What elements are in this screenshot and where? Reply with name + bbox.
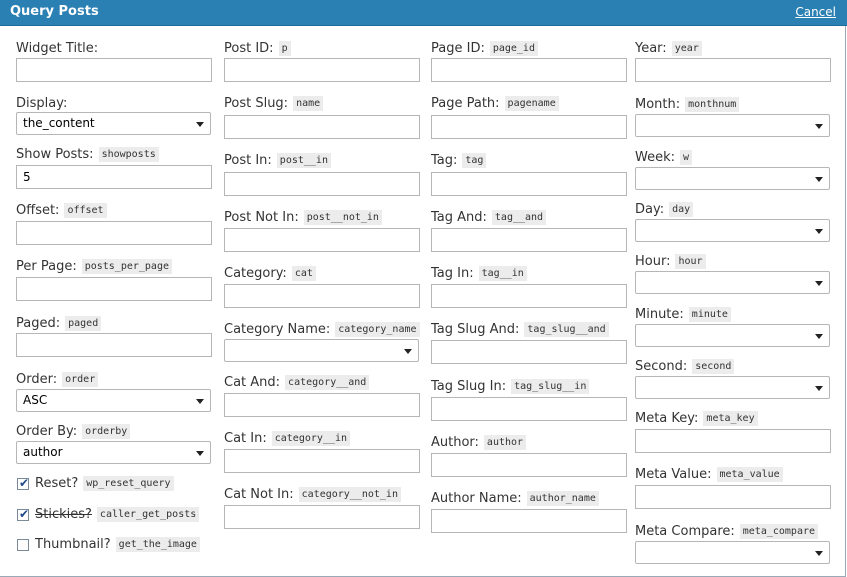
tag-and-input[interactable] bbox=[431, 228, 627, 252]
cat-and-label: Cat And: category__and bbox=[224, 375, 370, 390]
day-select[interactable] bbox=[635, 219, 830, 242]
post-id-label: Post ID: p bbox=[224, 41, 291, 56]
cat-not-in-input[interactable] bbox=[224, 505, 420, 529]
year-label: Year: year bbox=[635, 41, 702, 56]
cat-and-input[interactable] bbox=[224, 393, 420, 417]
post-slug-input[interactable] bbox=[224, 115, 420, 139]
author-name-label: Author Name: author_name bbox=[431, 491, 599, 506]
tag-and-label: Tag And: tag__and bbox=[431, 210, 547, 225]
reset-label: Reset? wp_reset_query bbox=[35, 476, 174, 491]
chevron-down-icon bbox=[815, 551, 823, 556]
month-label: Month: monthnum bbox=[635, 97, 740, 112]
cancel-link[interactable]: Cancel bbox=[795, 5, 836, 19]
reset-checkbox[interactable]: ✔ bbox=[17, 476, 30, 490]
offset-label: Offset: offset bbox=[16, 203, 107, 218]
chevron-down-icon bbox=[196, 451, 204, 456]
check-icon: ✔ bbox=[19, 476, 30, 490]
meta-key-input[interactable] bbox=[635, 429, 831, 453]
chevron-down-icon bbox=[815, 177, 823, 182]
tag-slug-and-label: Tag Slug And: tag_slug__and bbox=[431, 322, 609, 337]
order-by-select[interactable]: author bbox=[16, 441, 211, 464]
paged-input[interactable] bbox=[16, 333, 212, 357]
stickies-checkbox[interactable]: ✔ bbox=[17, 507, 30, 521]
paged-label: Paged: paged bbox=[16, 316, 102, 331]
thumbnail-checkbox[interactable] bbox=[17, 539, 29, 551]
page-path-input[interactable] bbox=[431, 115, 627, 139]
tag-slug-in-label: Tag Slug In: tag_slug__in bbox=[431, 379, 590, 394]
order-select[interactable]: ASC bbox=[16, 389, 211, 412]
month-select[interactable] bbox=[635, 114, 830, 137]
minute-label: Minute: minute bbox=[635, 307, 731, 322]
page-id-label: Page ID: page_id bbox=[431, 41, 538, 56]
meta-compare-select[interactable] bbox=[635, 541, 830, 564]
check-icon: ✔ bbox=[19, 507, 30, 521]
year-input[interactable] bbox=[635, 58, 831, 82]
widget-titlebar: Query Posts Cancel bbox=[0, 0, 847, 26]
tag-input[interactable] bbox=[431, 172, 627, 196]
page-path-label: Page Path: pagename bbox=[431, 96, 559, 111]
tag-in-label: Tag In: tag__in bbox=[431, 266, 527, 281]
chevron-down-icon bbox=[196, 399, 204, 404]
show-posts-label: Show Posts: showposts bbox=[16, 147, 159, 162]
widget-title-label: Widget Title: bbox=[16, 41, 99, 56]
meta-value-label: Meta Value: meta_value bbox=[635, 467, 783, 482]
day-label: Day: day bbox=[635, 202, 694, 217]
week-label: Week: w bbox=[635, 150, 693, 165]
per-page-label: Per Page: posts_per_page bbox=[16, 259, 172, 274]
chevron-down-icon bbox=[815, 124, 823, 129]
meta-value-input[interactable] bbox=[635, 485, 831, 509]
author-label: Author: author bbox=[431, 435, 527, 450]
second-select[interactable] bbox=[635, 376, 830, 399]
order-label: Order: order bbox=[16, 372, 99, 387]
hour-label: Hour: hour bbox=[635, 254, 706, 269]
category-label: Category: cat bbox=[224, 266, 316, 281]
cat-in-input[interactable] bbox=[224, 449, 420, 473]
per-page-input[interactable] bbox=[16, 277, 212, 301]
author-name-input[interactable] bbox=[431, 509, 627, 533]
post-in-label: Post In: post__in bbox=[224, 153, 331, 168]
chevron-down-icon bbox=[815, 229, 823, 234]
post-in-input[interactable] bbox=[224, 172, 420, 196]
second-label: Second: second bbox=[635, 359, 735, 374]
chevron-down-icon bbox=[815, 334, 823, 339]
show-posts-input[interactable]: 5 bbox=[16, 165, 212, 189]
week-select[interactable] bbox=[635, 167, 830, 190]
category-name-label: Category Name: category_name bbox=[224, 322, 420, 337]
cat-not-in-label: Cat Not In: category__not_in bbox=[224, 487, 401, 502]
tag-in-input[interactable] bbox=[431, 284, 627, 308]
stickies-label: Stickies? caller_get_posts bbox=[35, 507, 200, 522]
meta-key-label: Meta Key: meta_key bbox=[635, 411, 758, 426]
post-slug-label: Post Slug: name bbox=[224, 96, 324, 111]
chevron-down-icon bbox=[815, 386, 823, 391]
author-input[interactable] bbox=[431, 453, 627, 477]
post-not-in-input[interactable] bbox=[224, 228, 420, 252]
display-label: Display: bbox=[16, 96, 68, 111]
cat-in-label: Cat In: category__in bbox=[224, 431, 350, 446]
minute-select[interactable] bbox=[635, 324, 830, 347]
post-id-input[interactable] bbox=[224, 58, 420, 82]
chevron-down-icon bbox=[196, 122, 204, 127]
chevron-down-icon bbox=[404, 349, 412, 354]
hour-select[interactable] bbox=[635, 271, 830, 294]
chevron-down-icon bbox=[815, 281, 823, 286]
page-id-input[interactable] bbox=[431, 58, 627, 82]
widget-title-input[interactable] bbox=[16, 58, 212, 82]
display-select[interactable]: the_content bbox=[16, 112, 211, 135]
offset-input[interactable] bbox=[16, 221, 212, 245]
category-name-select[interactable] bbox=[224, 339, 419, 362]
tag-slug-in-input[interactable] bbox=[431, 397, 627, 421]
tag-label: Tag: tag bbox=[431, 153, 487, 168]
thumbnail-label: Thumbnail? get_the_image bbox=[35, 537, 200, 552]
widget-title-text: Query Posts bbox=[10, 4, 99, 19]
order-by-label: Order By: orderby bbox=[16, 424, 131, 439]
tag-slug-and-input[interactable] bbox=[431, 340, 627, 364]
meta-compare-label: Meta Compare: meta_compare bbox=[635, 524, 819, 539]
post-not-in-label: Post Not In: post__not_in bbox=[224, 210, 382, 225]
category-input[interactable] bbox=[224, 284, 420, 308]
